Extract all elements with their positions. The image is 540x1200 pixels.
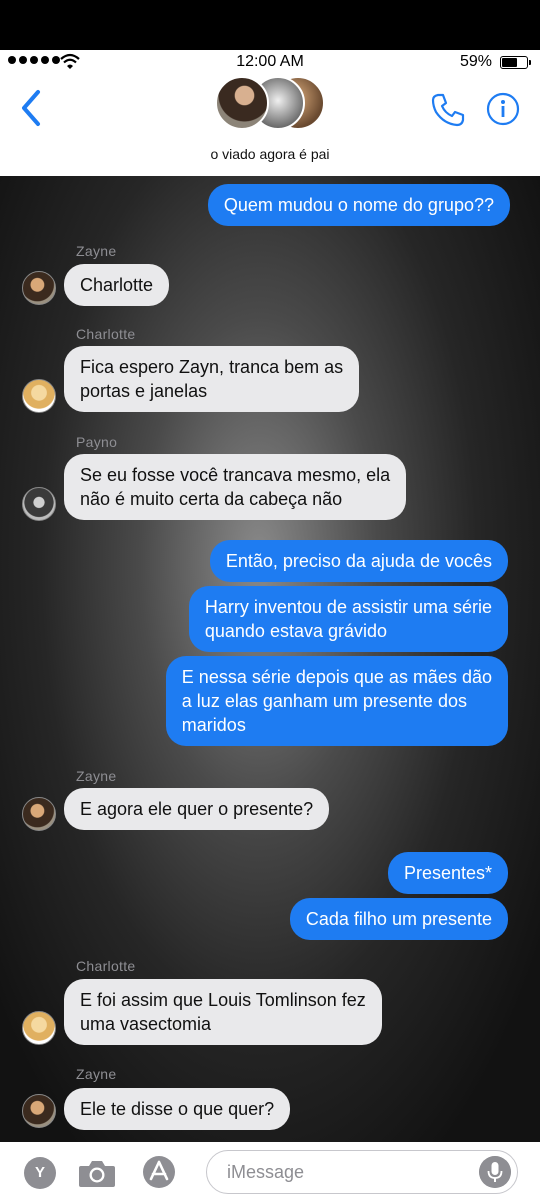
sender-name: Charlotte <box>76 958 136 974</box>
app-store-icon[interactable] <box>142 1155 176 1189</box>
sender-name: Charlotte <box>76 326 136 342</box>
avatar <box>215 76 269 130</box>
sender-name: Payno <box>76 434 118 450</box>
message-bubble-sent[interactable]: Cada filho um presente <box>289 898 508 940</box>
battery-icon <box>500 56 531 69</box>
message-input[interactable]: iMessage <box>206 1150 518 1194</box>
message-bubble-received[interactable]: Charlotte <box>64 264 170 306</box>
group-name[interactable]: o viado agora é pai <box>0 146 540 162</box>
avatar[interactable] <box>22 797 56 831</box>
avatar[interactable] <box>22 379 56 413</box>
chat-area[interactable]: Quem mudou o nome do grupo?? Zayne Charl… <box>0 176 540 1142</box>
message-bubble-received[interactable]: Se eu fosse você trancava mesmo, ela não… <box>64 454 407 520</box>
message-bubble-sent[interactable]: E nessa série depois que as mães dão a l… <box>165 656 508 746</box>
avatar[interactable] <box>22 271 56 305</box>
back-chevron-icon[interactable] <box>16 88 48 128</box>
info-icon[interactable] <box>486 92 520 126</box>
message-bubble-sent[interactable]: Presentes* <box>387 852 508 894</box>
top-black-bar <box>0 0 540 50</box>
sender-name: Zayne <box>76 243 117 259</box>
avatar[interactable] <box>22 487 56 521</box>
microphone-icon[interactable] <box>479 1156 511 1188</box>
phone-icon[interactable] <box>430 92 466 128</box>
camera-icon[interactable] <box>78 1158 116 1188</box>
message-bubble-received[interactable]: Fica espero Zayn, tranca bem as portas e… <box>64 346 360 412</box>
app-drawer-button[interactable]: Y <box>24 1157 56 1189</box>
avatar[interactable] <box>22 1011 56 1045</box>
battery-percentage: 59% <box>459 53 492 70</box>
avatar[interactable] <box>22 1094 56 1128</box>
message-bubble-sent[interactable]: Então, preciso da ajuda de vocês <box>209 540 508 582</box>
group-avatars[interactable] <box>215 76 327 132</box>
sender-name: Zayne <box>76 1066 117 1082</box>
message-bubble-sent[interactable]: Quem mudou o nome do grupo?? <box>207 184 510 226</box>
message-input-placeholder: iMessage <box>227 1162 305 1182</box>
message-bubble-received[interactable]: E agora ele quer o presente? <box>64 788 330 830</box>
message-bubble-received[interactable]: E foi assim que Louis Tomlinson fez uma … <box>64 979 382 1045</box>
message-bubble-sent[interactable]: Harry inventou de assistir uma série qua… <box>188 586 508 652</box>
message-bubble-received[interactable]: Ele te disse o que quer? <box>64 1088 291 1130</box>
sender-name: Zayne <box>76 768 117 784</box>
